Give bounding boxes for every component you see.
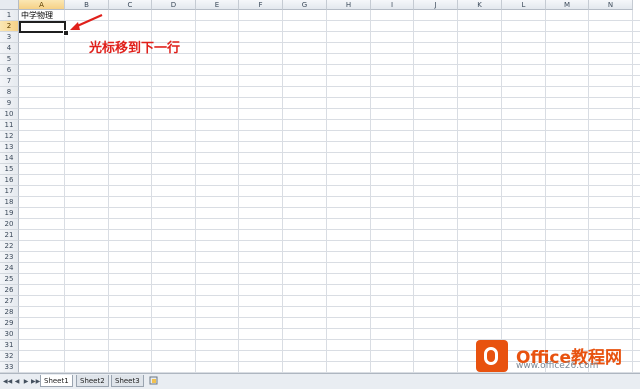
gridline-horizontal [19, 317, 640, 318]
gridline-horizontal [19, 339, 640, 340]
gridline-horizontal [19, 207, 640, 208]
row-header-4[interactable]: 4 [0, 43, 19, 54]
row-header-6[interactable]: 6 [0, 65, 19, 76]
gridline-horizontal [19, 273, 640, 274]
select-all-corner[interactable] [0, 0, 19, 10]
gridline-horizontal [19, 262, 640, 263]
watermark-url: www.office26.com [516, 361, 599, 371]
gridline-horizontal [19, 185, 640, 186]
insert-sheet-icon[interactable] [149, 376, 159, 385]
column-header-l[interactable]: L [502, 0, 546, 10]
column-header-d[interactable]: D [152, 0, 196, 10]
gridline-horizontal [19, 284, 640, 285]
tab-sheet2[interactable]: Sheet2 [76, 375, 109, 387]
row-header-11[interactable]: 11 [0, 120, 19, 131]
row-header-30[interactable]: 30 [0, 329, 19, 340]
row-header-21[interactable]: 21 [0, 230, 19, 241]
column-header-e[interactable]: E [196, 0, 239, 10]
row-header-1[interactable]: 1 [0, 10, 19, 21]
row-header-33[interactable]: 33 [0, 362, 19, 373]
row-header-24[interactable]: 24 [0, 263, 19, 274]
sheet-tab-bar: ◀◀ ◀ ▶ ▶▶ Sheet1 Sheet2 Sheet3 [0, 373, 640, 389]
spreadsheet-grid[interactable]: ABCDEFGHIJKLMN 1 2 3 4 5 6 7 8 9 10 11 12 13 14 15 16 17… [0, 0, 640, 373]
gridline-horizontal [19, 218, 640, 219]
gridline-horizontal [19, 97, 640, 98]
column-header-a[interactable]: A [19, 0, 65, 10]
row-header-18[interactable]: 18 [0, 197, 19, 208]
row-header-26[interactable]: 26 [0, 285, 19, 296]
office-logo-icon [476, 340, 508, 372]
row-header-7[interactable]: 7 [0, 76, 19, 87]
annotation-label: 光标移到下一行 [89, 41, 181, 56]
gridline-horizontal [19, 240, 640, 241]
row-header-14[interactable]: 14 [0, 153, 19, 164]
row-header-28[interactable]: 28 [0, 307, 19, 318]
last-sheet-button[interactable]: ▶▶ [31, 377, 40, 386]
row-header-12[interactable]: 12 [0, 131, 19, 142]
gridline-horizontal [19, 86, 640, 87]
gridline-horizontal [19, 31, 640, 32]
gridline-horizontal [19, 141, 640, 142]
next-sheet-button[interactable]: ▶ [22, 377, 30, 386]
row-header-5[interactable]: 5 [0, 54, 19, 65]
row-header-9[interactable]: 9 [0, 98, 19, 109]
column-header-f[interactable]: F [239, 0, 283, 10]
cell-a1[interactable]: 中学物理 [21, 11, 53, 21]
first-sheet-button[interactable]: ◀◀ [3, 377, 12, 386]
row-header-32[interactable]: 32 [0, 351, 19, 362]
row-header-29[interactable]: 29 [0, 318, 19, 329]
gridline-horizontal [19, 20, 640, 21]
gridline-horizontal [19, 130, 640, 131]
column-header-m[interactable]: M [546, 0, 589, 10]
row-header-17[interactable]: 17 [0, 186, 19, 197]
column-header-n[interactable]: N [589, 0, 633, 10]
selected-cell-a2[interactable] [19, 21, 66, 33]
column-header-c[interactable]: C [109, 0, 152, 10]
gridline-horizontal [19, 163, 640, 164]
column-header-k[interactable]: K [458, 0, 502, 10]
row-header-23[interactable]: 23 [0, 252, 19, 263]
gridline-horizontal [19, 251, 640, 252]
row-header-16[interactable]: 16 [0, 175, 19, 186]
row-header-2[interactable]: 2 [0, 21, 19, 32]
tab-sheet1[interactable]: Sheet1 [40, 375, 73, 387]
row-header-31[interactable]: 31 [0, 340, 19, 351]
row-header-13[interactable]: 13 [0, 142, 19, 153]
gridline-horizontal [19, 174, 640, 175]
column-header-i[interactable]: I [371, 0, 414, 10]
row-header-22[interactable]: 22 [0, 241, 19, 252]
arrow-icon [70, 13, 103, 30]
row-header-20[interactable]: 20 [0, 219, 19, 230]
row-header-10[interactable]: 10 [0, 109, 19, 120]
row-header-3[interactable]: 3 [0, 32, 19, 43]
row-header-25[interactable]: 25 [0, 274, 19, 285]
gridline-horizontal [19, 119, 640, 120]
column-header-b[interactable]: B [65, 0, 109, 10]
gridline-horizontal [19, 306, 640, 307]
prev-sheet-button[interactable]: ◀ [13, 377, 21, 386]
column-header-j[interactable]: J [414, 0, 458, 10]
row-header-27[interactable]: 27 [0, 296, 19, 307]
gridline-horizontal [19, 108, 640, 109]
row-header-8[interactable]: 8 [0, 87, 19, 98]
gridline-horizontal [19, 64, 640, 65]
row-header-19[interactable]: 19 [0, 208, 19, 219]
row-header-15[interactable]: 15 [0, 164, 19, 175]
gridline-horizontal [19, 75, 640, 76]
gridline-horizontal [19, 196, 640, 197]
column-header-h[interactable]: H [327, 0, 371, 10]
gridline-horizontal [19, 152, 640, 153]
gridline-horizontal [19, 229, 640, 230]
tab-sheet3[interactable]: Sheet3 [111, 375, 144, 387]
gridline-horizontal [19, 295, 640, 296]
gridline-horizontal [19, 328, 640, 329]
column-header-g[interactable]: G [283, 0, 327, 10]
